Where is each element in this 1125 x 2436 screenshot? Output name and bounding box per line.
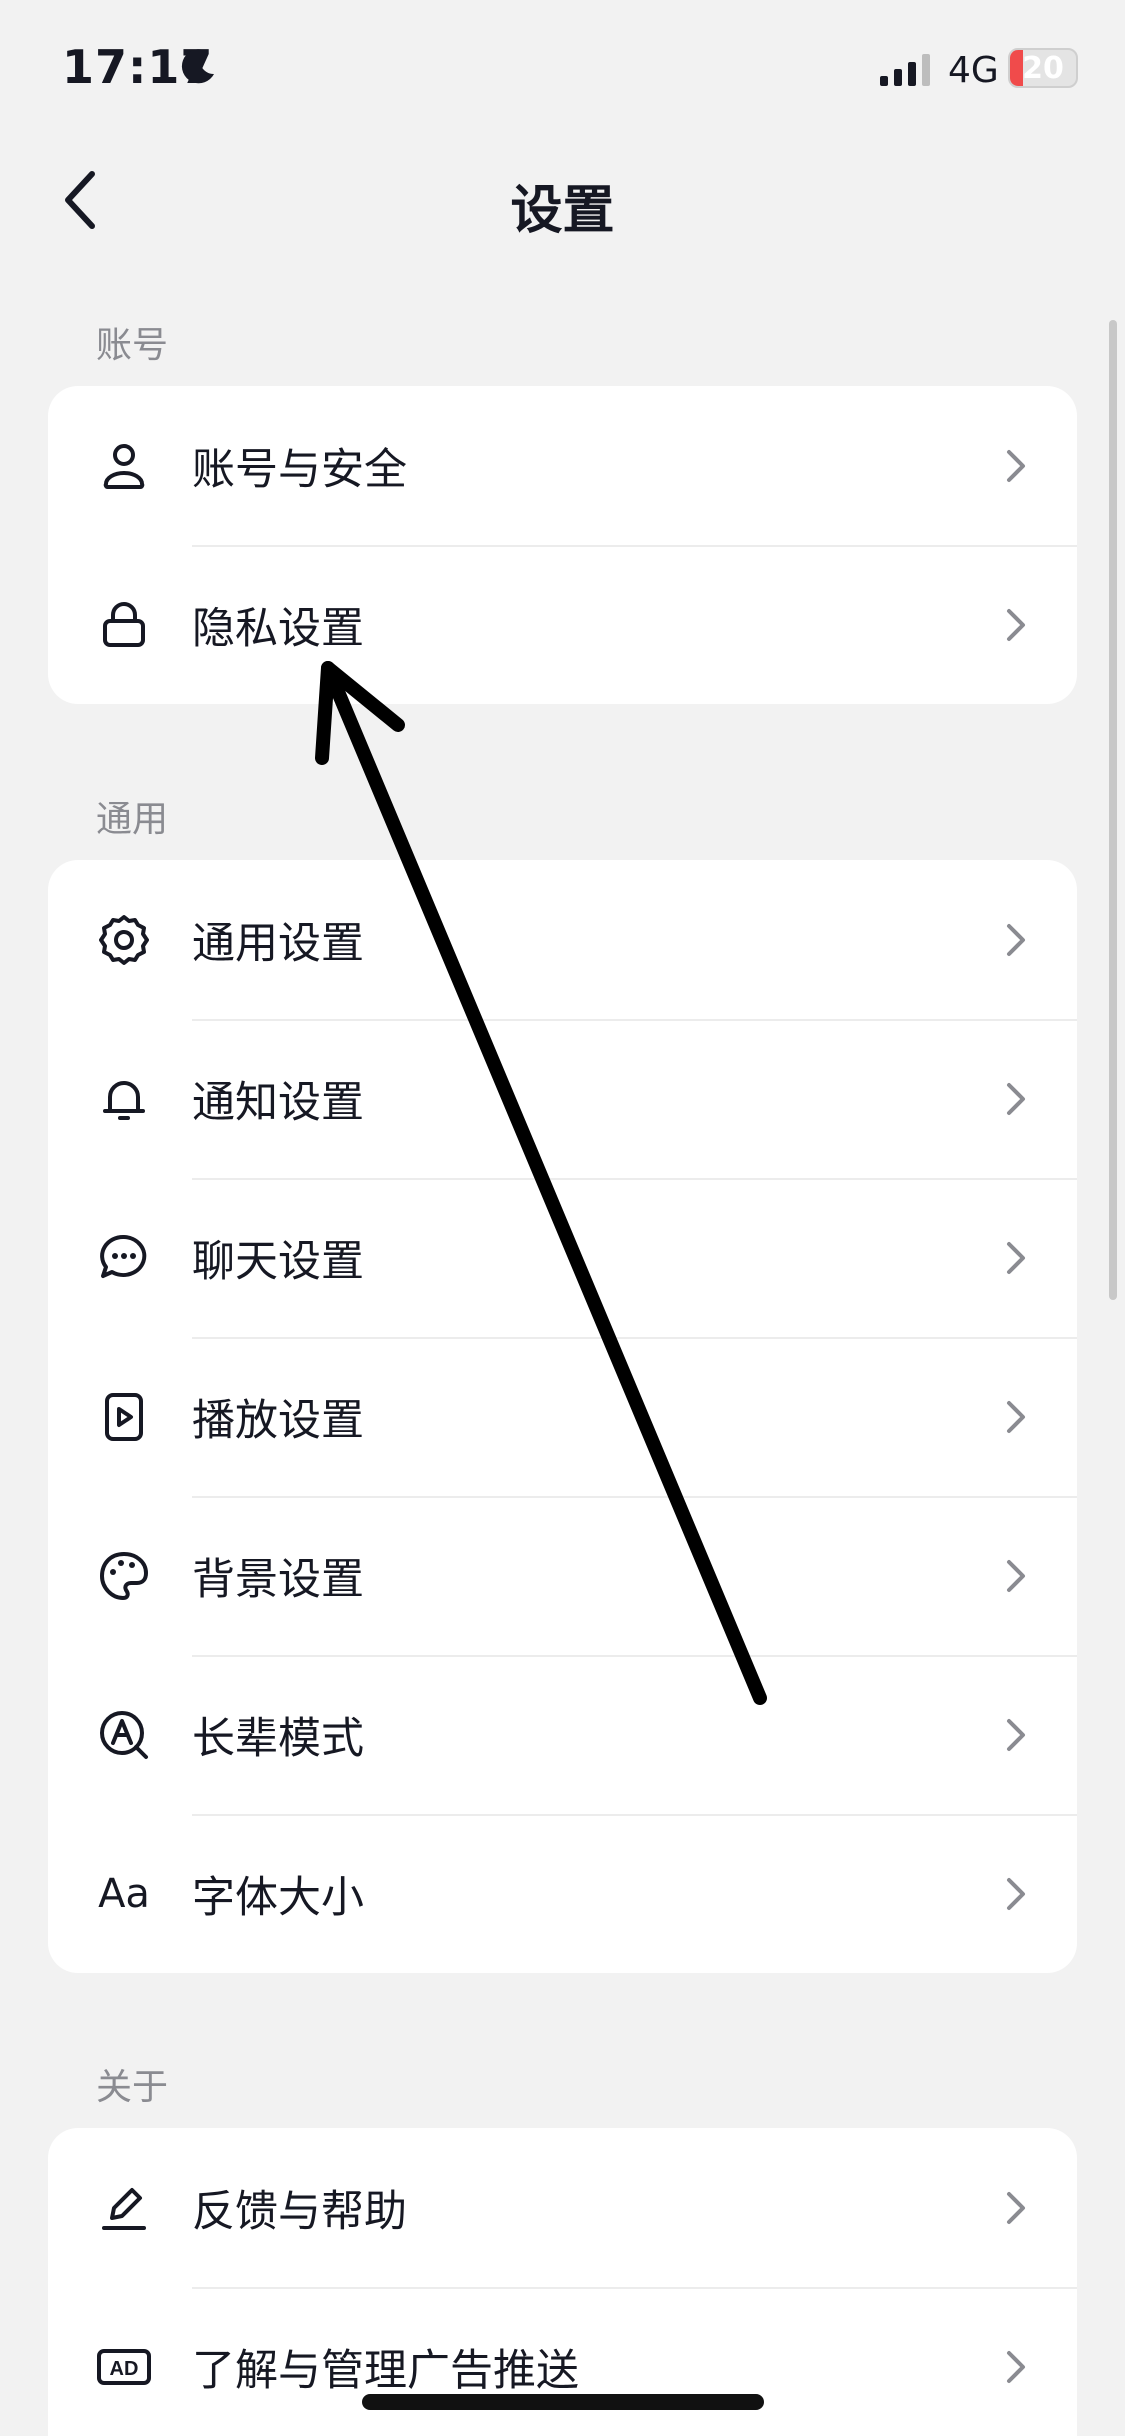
chevron-right-icon [1007,608,1025,641]
lock-icon [96,597,152,653]
chevron-right-icon [1007,449,1025,482]
row-label: 背景设置 [192,1554,364,1605]
chevron-right-icon [1007,1400,1025,1433]
row-notification-settings[interactable]: 通知设置 [48,1019,1077,1178]
row-font-size[interactable]: Aa 字体大小 [48,1814,1077,1973]
section-header-about: 关于 [96,2067,169,2108]
network-type: 4G [948,50,999,91]
row-chat-settings[interactable]: 聊天设置 [48,1178,1077,1337]
bell-icon [96,1071,152,1127]
row-feedback-help[interactable]: 反馈与帮助 [48,2128,1077,2287]
row-label: 账号与安全 [192,444,407,495]
user-icon [96,438,152,494]
font-size-icon: Aa [96,1866,152,1922]
chevron-right-icon [1007,2350,1025,2383]
row-label: 通知设置 [192,1077,364,1128]
battery-level: 20 [1022,51,1064,86]
row-elder-mode[interactable]: 长辈模式 [48,1655,1077,1814]
section-header-account: 账号 [96,325,169,366]
chevron-right-icon [1007,1082,1025,1115]
chevron-right-icon [1007,1718,1025,1751]
font-size-icon-text: Aa [98,1870,150,1917]
gear-icon [96,912,152,968]
card-about: 反馈与帮助 AD 了解与管理广告推送 [48,2128,1077,2436]
row-label: 字体大小 [192,1872,364,1923]
row-background-settings[interactable]: 背景设置 [48,1496,1077,1655]
row-general-settings[interactable]: 通用设置 [48,860,1077,1019]
ad-icon-text: AD [110,2358,139,2380]
row-label: 长辈模式 [192,1713,364,1764]
status-bar: 17:17 4G 20 [0,0,1125,140]
row-label: 播放设置 [192,1395,364,1446]
moon-icon [181,49,214,84]
elder-mode-icon [96,1707,152,1763]
nav-bar: 设置 [0,150,1125,250]
chevron-right-icon [1007,1877,1025,1910]
card-account: 账号与安全 隐私设置 [48,386,1077,704]
row-account-security[interactable]: 账号与安全 [48,386,1077,545]
row-label: 通用设置 [192,918,364,969]
row-label: 聊天设置 [192,1236,364,1287]
edit-icon [96,2180,152,2236]
battery-icon: 20 [1008,48,1078,88]
row-ad-management[interactable]: AD 了解与管理广告推送 [48,2287,1077,2436]
chevron-right-icon [1007,2191,1025,2224]
row-privacy-settings[interactable]: 隐私设置 [48,545,1077,704]
chevron-right-icon [1007,1241,1025,1274]
home-indicator[interactable] [362,2394,764,2410]
play-icon [96,1389,152,1445]
chat-bubble-icon [96,1230,152,1286]
card-general: 通用设置 通知设置 聊天设置 播放设置 背景设置 长辈模式 Aa 字体大小 [48,860,1077,1973]
signal-icon [880,54,930,86]
row-label: 隐私设置 [192,603,364,654]
row-label: 了解与管理广告推送 [192,2345,579,2396]
chevron-right-icon [1007,1559,1025,1592]
ad-icon: AD [96,2339,152,2395]
section-header-general: 通用 [96,799,169,840]
page-title: 设置 [510,181,615,241]
row-playback-settings[interactable]: 播放设置 [48,1337,1077,1496]
row-label: 反馈与帮助 [192,2186,407,2237]
palette-icon [96,1548,152,1604]
scrollbar[interactable] [1109,320,1117,1300]
chevron-right-icon [1007,923,1025,956]
